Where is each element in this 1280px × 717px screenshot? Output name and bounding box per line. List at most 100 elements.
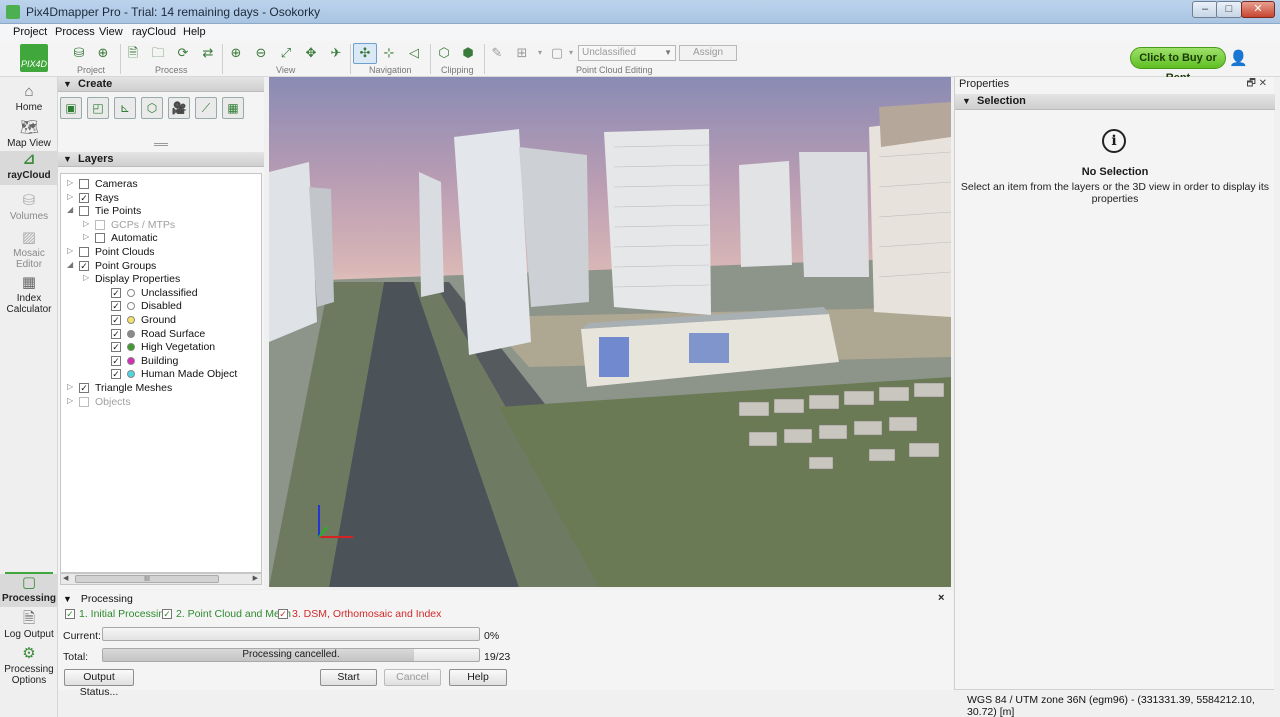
step-checkbox[interactable]: ✓ — [65, 609, 75, 620]
layer-checkbox[interactable] — [95, 219, 105, 230]
layers-section-header[interactable]: ▼ Layers — [58, 152, 264, 167]
layer-row[interactable]: ◢ ✓ Point Groups — [61, 260, 259, 273]
start-button[interactable]: Start — [320, 669, 377, 686]
nav-home[interactable]: ⌂ Home — [0, 83, 58, 123]
brush-icon[interactable]: ✎ — [488, 44, 506, 62]
menu-process[interactable]: Process — [55, 26, 95, 38]
process-reoptimize-icon[interactable]: ⟳ — [174, 44, 192, 62]
clipping-box-icon[interactable]: ⬡ — [435, 44, 453, 62]
3d-view[interactable] — [269, 77, 951, 587]
expand-icon[interactable]: ▷ — [83, 232, 91, 241]
layer-checkbox[interactable] — [95, 233, 105, 244]
layer-row[interactable]: ▷ GCPs / MTPs — [61, 219, 259, 232]
nav-map-view[interactable]: 🗺 Map View — [0, 119, 58, 153]
layer-row[interactable]: ▷ Automatic — [61, 232, 259, 245]
nav-volumes[interactable]: ⛁ Volumes — [0, 192, 58, 226]
expand-icon[interactable]: ▷ — [83, 219, 91, 228]
layer-checkbox[interactable]: ✓ — [111, 315, 121, 325]
create-line-tool[interactable]: ⟋ — [195, 97, 217, 119]
assign-button[interactable]: Assign — [679, 45, 737, 61]
expand-icon[interactable]: ▷ — [67, 178, 75, 187]
maximize-button[interactable]: □ — [1216, 1, 1242, 18]
output-status-button[interactable]: Output Status... — [64, 669, 134, 698]
create-grid-tool[interactable]: ▦ — [222, 97, 244, 119]
layer-row[interactable]: ✓ Unclassified — [61, 287, 259, 300]
layer-checkbox[interactable] — [79, 247, 89, 257]
layer-checkbox[interactable]: ✓ — [79, 192, 89, 203]
expand-icon[interactable]: ▷ — [67, 382, 75, 391]
cancel-button[interactable]: Cancel — [384, 669, 441, 686]
selection-add-icon[interactable]: ⊞ — [513, 44, 531, 62]
nav-processing-options[interactable]: ⚙ Processing Options — [0, 645, 58, 691]
layer-row[interactable]: ✓ Building — [61, 355, 259, 368]
layer-row[interactable]: ✓ Road Surface — [61, 328, 259, 341]
layer-checkbox[interactable]: ✓ — [111, 328, 121, 339]
collapse-icon[interactable]: ◢ — [67, 260, 75, 269]
nav-mosaic-editor[interactable]: ▨ Mosaic Editor — [0, 229, 58, 273]
expand-icon[interactable]: ▷ — [67, 246, 75, 255]
classification-select[interactable]: Unclassified ▼ — [578, 45, 676, 61]
selection-section-header[interactable]: ▼ Selection — [955, 94, 1275, 110]
zoom-in-icon[interactable]: ⊕ — [227, 44, 245, 62]
layer-row[interactable]: ✓ Disabled — [61, 300, 259, 313]
create-section-header[interactable]: ▼ Create — [58, 77, 264, 92]
scroll-right-icon[interactable]: ▶ — [253, 574, 258, 582]
layer-checkbox[interactable] — [79, 179, 89, 189]
processing-header[interactable]: ▼ Processing — [63, 593, 133, 605]
layer-checkbox[interactable]: ✓ — [111, 301, 121, 312]
clipping-edit-icon[interactable]: ⬢ — [459, 44, 477, 62]
zoom-out-icon[interactable]: ⊖ — [252, 44, 270, 62]
menu-raycloud[interactable]: rayCloud — [132, 26, 176, 38]
create-surface-tool[interactable]: ▣ — [60, 97, 82, 119]
help-button[interactable]: Help — [449, 669, 507, 686]
horizontal-scrollbar[interactable]: ◀ III ▶ — [60, 573, 262, 585]
layers-tree[interactable]: ▷ Cameras ▷ ✓ Rays ◢ Tie Points ▷ GCPs / MTPs ▷ Au… — [60, 173, 262, 573]
layer-row[interactable]: ▷ ✓ Triangle Meshes — [61, 382, 259, 395]
zoom-fit-icon[interactable]: ⤢ — [277, 44, 295, 62]
layer-row[interactable]: ▷ Cameras — [61, 178, 259, 191]
layer-checkbox[interactable]: ✓ — [111, 287, 121, 298]
close-icon[interactable]: × — [938, 592, 944, 604]
expand-icon[interactable]: ▷ — [67, 396, 75, 405]
buy-or-rent-button[interactable]: Click to Buy or Rent — [1130, 47, 1226, 84]
process-report-icon[interactable]: 🗎 — [124, 44, 142, 62]
scroll-left-icon[interactable]: ◀ — [63, 574, 68, 582]
panel-window-controls[interactable]: 🗗 ✕ — [1246, 77, 1267, 91]
collapse-icon[interactable]: ◢ — [67, 205, 75, 214]
layer-row[interactable]: ◢ Tie Points — [61, 205, 259, 218]
nav-processing[interactable]: ▢ Processing — [0, 574, 58, 607]
nav-log-output[interactable]: 🗎 Log Output — [0, 610, 58, 644]
layer-checkbox[interactable]: ✓ — [79, 260, 89, 271]
fly-icon[interactable]: ✈ — [327, 44, 345, 62]
layer-row[interactable]: ▷ Display Properties — [61, 273, 259, 286]
layer-checkbox[interactable]: ✓ — [79, 383, 89, 393]
project-open-icon[interactable]: ⛁ — [70, 44, 88, 62]
layer-row[interactable]: ▷ Objects — [61, 396, 259, 409]
layer-checkbox[interactable] — [79, 206, 89, 217]
layer-row[interactable]: ✓ High Vegetation — [61, 341, 259, 354]
process-folder-icon[interactable]: 🗀 — [149, 44, 167, 62]
chevron-down-icon[interactable]: ▾ — [535, 44, 545, 62]
nav-raycloud[interactable]: ⊿ rayCloud — [0, 151, 58, 185]
step-checkbox[interactable]: ✓ — [278, 609, 288, 620]
step-initial-processing[interactable]: ✓ 1. Initial Processing — [65, 608, 170, 620]
layer-row[interactable]: ✓ Ground — [61, 314, 259, 327]
menu-project[interactable]: Project — [13, 26, 47, 38]
menu-help[interactable]: Help — [183, 26, 206, 38]
minimize-button[interactable]: – — [1192, 1, 1218, 18]
user-account-icon[interactable]: 👤 — [1229, 49, 1248, 67]
layer-row[interactable]: ✓ Human Made Object — [61, 368, 259, 381]
process-rematch-icon[interactable]: ⇄ — [199, 44, 217, 62]
step-dsm-orthomosaic[interactable]: ✓ 3. DSM, Orthomosaic and Index — [278, 608, 441, 620]
layer-checkbox[interactable]: ✓ — [111, 342, 121, 353]
menu-view[interactable]: View — [99, 26, 123, 38]
zoom-selection-icon[interactable]: ✥ — [302, 44, 320, 62]
close-button[interactable]: ✕ — [1241, 1, 1275, 18]
nav-index-calculator[interactable]: ▦ Index Calculator — [0, 274, 58, 318]
create-volume-tool[interactable]: ⬡ — [141, 97, 163, 119]
selection-rect-icon[interactable]: ▢ — [548, 44, 566, 62]
step-point-cloud-mesh[interactable]: ✓ 2. Point Cloud and Mesh — [162, 608, 291, 620]
splitter-handle[interactable] — [154, 143, 168, 146]
expand-icon[interactable]: ▷ — [83, 273, 91, 282]
first-person-navigation-icon[interactable]: ⊹ — [380, 44, 398, 62]
